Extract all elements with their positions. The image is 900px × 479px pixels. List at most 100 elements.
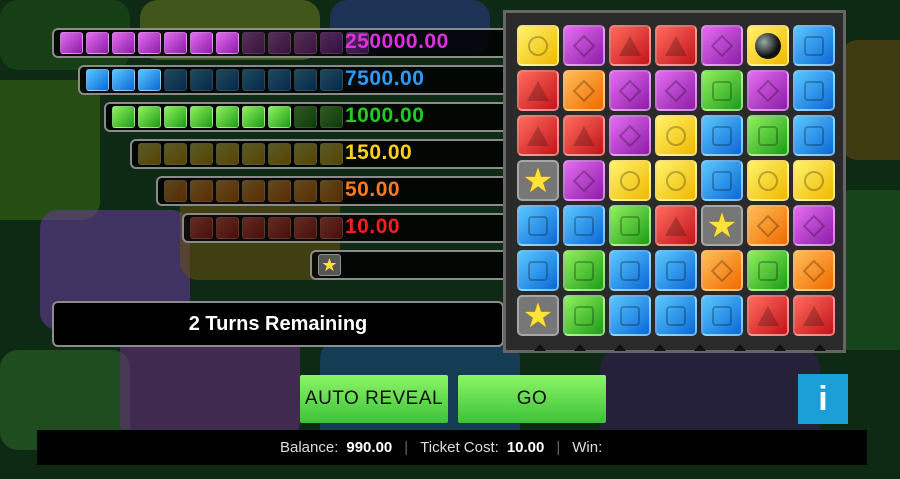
grid-tile-green[interactable] [563, 295, 605, 336]
paytable-cell-blue [320, 69, 343, 91]
grid-tile-red[interactable] [655, 205, 697, 246]
purple-gem-icon [664, 79, 688, 102]
grid-tile-orange[interactable] [701, 250, 743, 291]
green-gem-icon [574, 305, 594, 326]
paytable-cell-purple [268, 32, 291, 54]
paytable-cell-green [164, 106, 187, 128]
grid-tile-yellow[interactable] [517, 25, 559, 66]
grid-tile-bomb[interactable] [747, 25, 789, 66]
grid-tile-blue[interactable] [655, 250, 697, 291]
yellow-gem-icon [620, 170, 640, 191]
paytable-cell-purple [164, 32, 187, 54]
grid-tile-purple[interactable] [563, 25, 605, 66]
grid-tile-blue[interactable] [517, 205, 559, 246]
balance-label: Balance: [280, 439, 339, 456]
paytable-row-star: ★ [310, 250, 504, 280]
paytable-value-orange: 50.00 [345, 178, 401, 201]
grid-tile-red[interactable] [655, 25, 697, 66]
grid-tile-orange[interactable] [747, 205, 789, 246]
info-button[interactable]: i [798, 374, 848, 424]
auto-reveal-button[interactable]: AUTO REVEAL [300, 375, 448, 423]
grid-tile-blue[interactable] [655, 295, 697, 336]
grid-tile-star[interactable]: ★ [517, 160, 559, 201]
paytable-cell-red [268, 217, 291, 239]
paytable-cell-red [294, 217, 317, 239]
paytable-cell-purple [320, 32, 343, 54]
paytable-cell-blue [138, 69, 161, 91]
grid-tile-yellow[interactable] [793, 160, 835, 201]
red-gem-icon [803, 305, 825, 326]
paytable-cell-yellow [164, 143, 187, 165]
paytable-cell-blue [268, 69, 291, 91]
grid-tile-red[interactable] [793, 295, 835, 336]
go-button[interactable]: GO [458, 375, 606, 423]
grid-tile-yellow[interactable] [655, 115, 697, 156]
footer-bar: Balance: 990.00 | Ticket Cost: 10.00 | W… [37, 430, 867, 465]
grid-tile-red[interactable] [609, 25, 651, 66]
grid-tile-purple[interactable] [793, 205, 835, 246]
paytable-cell-green [138, 106, 161, 128]
grid-tile-blue[interactable] [793, 70, 835, 111]
bomb-icon [755, 32, 781, 59]
red-gem-icon [665, 215, 687, 236]
grid-tile-blue[interactable] [563, 205, 605, 246]
yellow-gem-icon [804, 170, 824, 191]
grid-tile-orange[interactable] [563, 70, 605, 111]
grid-tile-blue[interactable] [701, 295, 743, 336]
purple-gem-icon [618, 124, 642, 147]
grid-tile-green[interactable] [609, 205, 651, 246]
grid-bottom-notches [520, 344, 840, 352]
balance-value: 990.00 [346, 439, 393, 456]
paytable-row-blue [78, 65, 504, 95]
star-icon: ★ [706, 206, 738, 245]
paytable-row-orange [156, 176, 504, 206]
paytable-cell-blue [216, 69, 239, 91]
grid-tile-green[interactable] [563, 250, 605, 291]
blue-gem-icon [804, 125, 824, 146]
grid-tile-star[interactable]: ★ [517, 295, 559, 336]
grid-tile-purple[interactable] [747, 70, 789, 111]
grid-tile-blue[interactable] [609, 250, 651, 291]
purple-gem-icon [802, 214, 826, 237]
grid-tile-purple[interactable] [609, 70, 651, 111]
grid-tile-blue[interactable] [793, 115, 835, 156]
turns-remaining-text: 2 Turns Remaining [188, 312, 368, 335]
red-gem-icon [619, 35, 641, 56]
paytable-value-purple: 250000.00 [345, 30, 449, 53]
grid-tile-red[interactable] [517, 70, 559, 111]
grid-tile-red[interactable] [517, 115, 559, 156]
blue-gem-icon [666, 260, 686, 281]
paytable-cell-orange [164, 180, 187, 202]
grid-tile-yellow[interactable] [747, 160, 789, 201]
grid-tile-yellow[interactable] [609, 160, 651, 201]
star-icon: ★ [522, 161, 554, 200]
yellow-gem-icon [666, 170, 686, 191]
grid-tile-red[interactable] [747, 295, 789, 336]
paytable-cell-orange [294, 180, 317, 202]
paytable-value-blue: 7500.00 [345, 67, 425, 90]
ticket-cost-value: 10.00 [506, 439, 545, 456]
grid-tile-star[interactable]: ★ [701, 205, 743, 246]
grid-tile-purple[interactable] [701, 25, 743, 66]
grid-tile-blue[interactable] [701, 115, 743, 156]
grid-tile-blue[interactable] [701, 160, 743, 201]
grid-tile-purple[interactable] [609, 115, 651, 156]
purple-gem-icon [572, 34, 596, 57]
paytable-cell-green [268, 106, 291, 128]
paytable-cell-star: ★ [318, 254, 341, 276]
paytable-value-yellow: 150.00 [345, 141, 413, 164]
paytable-cell-green [320, 106, 343, 128]
grid-tile-green[interactable] [747, 250, 789, 291]
paytable-cell-blue [242, 69, 265, 91]
grid-tile-purple[interactable] [563, 160, 605, 201]
grid-tile-blue[interactable] [517, 250, 559, 291]
green-gem-icon [712, 80, 732, 101]
grid-tile-purple[interactable] [655, 70, 697, 111]
grid-tile-blue[interactable] [609, 295, 651, 336]
grid-tile-orange[interactable] [793, 250, 835, 291]
grid-tile-yellow[interactable] [655, 160, 697, 201]
grid-tile-green[interactable] [747, 115, 789, 156]
grid-tile-blue[interactable] [793, 25, 835, 66]
grid-tile-green[interactable] [701, 70, 743, 111]
grid-tile-red[interactable] [563, 115, 605, 156]
